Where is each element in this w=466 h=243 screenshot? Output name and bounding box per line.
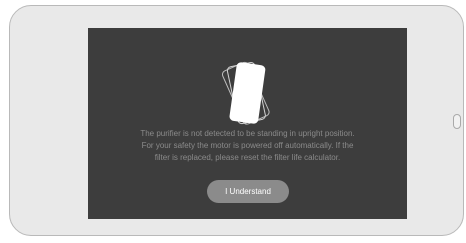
i-understand-button[interactable]: I Understand	[207, 180, 289, 203]
alert-screen: The purifier is not detected to be stand…	[88, 28, 407, 219]
alert-message-line: For your safety the motor is powered off…	[141, 141, 354, 150]
alert-message-line: filter is replaced, please reset the fil…	[154, 153, 341, 162]
alert-message: The purifier is not detected to be stand…	[102, 128, 393, 164]
home-button[interactable]	[453, 114, 461, 129]
alert-message-line: The purifier is not detected to be stand…	[140, 129, 355, 138]
